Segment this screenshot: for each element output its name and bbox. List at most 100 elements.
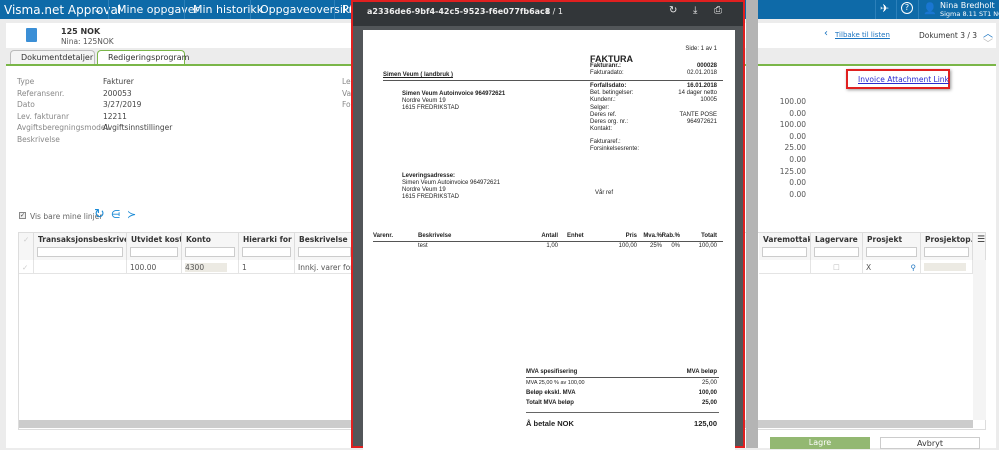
download-icon[interactable]: ⤓ [693, 5, 697, 16]
document-counter: Dokument 3 / 3 [919, 31, 978, 40]
tab-dokumentdetaljer[interactable]: Dokumentdetaljer [10, 50, 95, 65]
field-label: Dato [17, 100, 35, 109]
invoice-attachment-link[interactable]: Invoice Attachment Link [858, 75, 949, 84]
filter-input[interactable] [130, 247, 178, 257]
split-icon[interactable]: ⋳ [111, 208, 121, 221]
back-to-list-link[interactable]: Tilbake til listen [835, 31, 890, 39]
pdf-toolbar: a2336de6-9bf4-42c5-9523-f6e077fb6ac8 1 /… [353, 2, 743, 26]
amount-value: 125.00 [779, 166, 806, 176]
next-document-icon[interactable]: ﹀ [983, 35, 993, 50]
viewer-scrollbar[interactable] [746, 0, 758, 448]
show-mine-label: Vis bare mine linjer [30, 212, 103, 221]
line-header: Rab.% [661, 233, 680, 239]
user-icon[interactable]: 👤 [923, 2, 937, 15]
column-header[interactable]: Utvidet kost... [127, 233, 182, 260]
row-checkbox[interactable]: ✓ [19, 260, 34, 274]
field-value: Fakturer [103, 77, 134, 86]
nav-mine-oppgaver[interactable]: Mine oppgaver [117, 3, 199, 16]
ex-mva-value: 100,00 [698, 390, 717, 396]
cell-utvidet-kost[interactable]: 100.00 [127, 260, 182, 274]
lagervare-checkbox[interactable]: ☐ [811, 260, 863, 274]
total-mva-value: 25,00 [701, 400, 717, 406]
search-icon[interactable]: ⚲ [911, 263, 917, 272]
user-name[interactable]: Nina Bredholt [940, 1, 995, 10]
mva-belop-label: MVA beløp [686, 369, 717, 375]
forward-icon[interactable]: ≻ [127, 208, 136, 221]
divider [383, 80, 723, 81]
column-header[interactable]: Lagervare [811, 233, 863, 260]
amount-value: 0.00 [789, 131, 806, 141]
filter-input[interactable] [298, 247, 351, 257]
ex-mva-label: Beløp ekskl. MVA [526, 390, 576, 396]
field-value: 12211 [103, 111, 127, 121]
pdf-viewer: a2336de6-9bf4-42c5-9523-f6e077fb6ac8 1 /… [351, 0, 745, 450]
cell-hierarki[interactable]: 1 [239, 260, 295, 274]
filter-input[interactable] [185, 247, 235, 257]
meta-label: Forsinkelsesrente: [590, 146, 640, 152]
column-menu-icon[interactable]: ☰ [973, 233, 986, 260]
amount-value: 100.00 [779, 120, 806, 130]
amount-value: 0.00 [789, 189, 806, 199]
refresh-icon[interactable]: ↻ [94, 207, 105, 222]
amount-value: 25.00 [784, 143, 806, 153]
column-header[interactable]: Beskrivelse [295, 233, 355, 260]
nav-min-historikk[interactable]: Min historikk [193, 3, 263, 16]
divider [526, 412, 719, 413]
nav-oppgaveoversikt[interactable]: Oppgaveoversikt [260, 3, 354, 16]
to-pay-label: Å betale NOK [526, 419, 574, 428]
mva-line-value: 25,00 [701, 380, 717, 386]
meta-label: Kundenr.: [590, 97, 616, 103]
filter-input[interactable] [37, 247, 123, 257]
vertical-scrollbar[interactable] [973, 260, 986, 420]
field-label: Type [17, 77, 35, 86]
filter-input[interactable] [866, 247, 917, 257]
filter-input[interactable] [814, 247, 859, 257]
delivery-line: 1615 FREDRIKSTAD [402, 194, 459, 200]
line-cell: 25% [649, 243, 662, 249]
meta-value: 964972621 [686, 119, 717, 125]
line-header: Pris [625, 233, 637, 239]
cell-prosjektoppgave[interactable] [921, 260, 973, 274]
cell-varemottak[interactable] [759, 260, 811, 274]
cell-beskrivelse[interactable]: Innkj. varer for vid [295, 260, 355, 274]
show-mine-checkbox[interactable]: ✓ [19, 212, 26, 219]
line-header: Enhet [567, 233, 584, 239]
help-icon[interactable]: ? [901, 2, 913, 14]
meta-label: Bet. betingelser: [590, 90, 634, 96]
line-cell: test [418, 243, 428, 249]
page-number-text: Side: 1 av 1 [685, 46, 717, 52]
app-menu-chevron-icon[interactable]: ⌄ [93, 3, 102, 16]
column-header[interactable]: Prosjekt [863, 233, 921, 260]
back-chevron-icon[interactable]: ‹ [824, 28, 828, 39]
column-header[interactable]: Hierarki for ... [239, 233, 295, 260]
column-header[interactable]: Varemottaks... [759, 233, 811, 260]
field-label: Lev. fakturanr [17, 111, 70, 121]
meta-value: 000028 [696, 63, 717, 69]
cell-konto[interactable]: 4300 [182, 260, 239, 274]
filter-input[interactable] [924, 247, 969, 257]
column-header[interactable]: Konto [182, 233, 239, 260]
delivery-label: Leveringsadresse: [402, 173, 456, 179]
app-title[interactable]: Visma.net Approval [4, 3, 121, 17]
column-header[interactable]: Prosjektop... [921, 233, 973, 260]
column-header[interactable]: Transaksjonsbeskrivelse [34, 233, 127, 260]
save-button[interactable]: Lagre [770, 437, 870, 449]
rotate-icon[interactable]: ↻ [669, 5, 677, 16]
settings-icon[interactable]: ✈ [880, 2, 889, 15]
filter-input[interactable] [242, 247, 291, 257]
divider [526, 377, 719, 378]
filter-input[interactable] [762, 247, 807, 257]
invoice-page: Side: 1 av 1 FAKTURA Simen Veum ( landbr… [363, 30, 735, 450]
cancel-button[interactable]: Avbryt [880, 437, 980, 449]
mva-line: MVA 25,00 % av 100,00 [526, 380, 585, 386]
cell-prosjekt[interactable]: X ⚲ [863, 260, 921, 274]
page-counter: 1 / 1 [545, 7, 563, 16]
tab-redigeringsprogram[interactable]: Redigeringsprogram [97, 50, 189, 65]
line-cell: 100,00 [698, 243, 717, 249]
divider [373, 241, 723, 242]
print-icon[interactable]: ⎙ [714, 5, 722, 16]
cell-transaksjon[interactable] [34, 260, 127, 274]
meta-value: 02.01.2018 [686, 70, 717, 76]
select-all-checkbox[interactable]: ✓ [19, 233, 34, 260]
field-value: Avgiftsinnstillinger [103, 123, 173, 132]
